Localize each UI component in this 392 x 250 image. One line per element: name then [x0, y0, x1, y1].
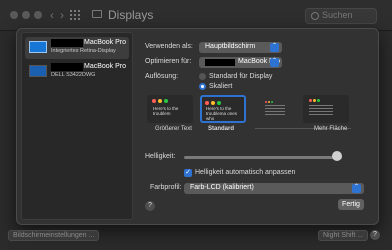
help-button[interactable]: ? — [145, 201, 155, 211]
display-settings-sheet: MacBook Pro Integriertes Retina-Display … — [16, 28, 379, 225]
minimize-window-button[interactable] — [22, 11, 30, 19]
caption-larger-text: Größerer Text — [155, 126, 192, 132]
traffic-light-yellow-icon — [211, 101, 215, 105]
color-profile-label: Farbprofil: — [150, 184, 182, 191]
preview-text: Here's to the troublema ones who — [206, 106, 238, 121]
preview-lines — [309, 105, 333, 115]
display-thumbnail-icon — [29, 65, 47, 77]
scale-option-more-space-1[interactable] — [255, 95, 301, 123]
optimize-popup[interactable]: MacBook Pro — [199, 57, 282, 68]
traffic-light-red-icon — [309, 99, 312, 102]
title-bar: ‹ › Displays Suchen — [0, 0, 392, 31]
window-title: Displays — [108, 8, 154, 22]
traffic-light-yellow-icon — [313, 99, 316, 102]
traffic-light-green-icon — [164, 99, 168, 103]
search-icon — [311, 12, 319, 20]
scale-option-standard[interactable]: Here's to the troublema ones who — [200, 95, 246, 123]
caption-more-space: Mehr Fläche — [314, 126, 348, 132]
caption-standard: Standard — [208, 126, 235, 132]
show-all-grid-icon[interactable] — [70, 10, 80, 20]
night-shift-button[interactable]: Night Shift ... — [318, 230, 369, 241]
display-subtitle: Integriertes Retina-Display — [51, 48, 116, 54]
display-settings-button[interactable]: Bildschirmeinstellungen ... — [8, 230, 100, 241]
preview-lines — [265, 105, 285, 115]
back-button[interactable]: ‹ — [50, 8, 54, 22]
redaction-bar — [51, 39, 83, 47]
auto-brightness-label: Helligkeit automatisch anpassen — [195, 169, 296, 176]
scale-option-more-space[interactable] — [303, 95, 349, 123]
traffic-light-yellow-icon — [268, 101, 270, 103]
display-name: MacBook Pro — [84, 63, 127, 70]
display-preferences-window: ‹ › Displays Suchen MacBook Pro Integrie… — [0, 0, 392, 250]
displays-pane-icon — [92, 10, 102, 18]
traffic-light-red-icon — [265, 101, 267, 103]
chevron-updown-icon — [352, 183, 361, 193]
traffic-light-green-icon — [271, 101, 273, 103]
use-as-value: Hauptbildschirm — [205, 43, 256, 50]
color-profile-popup[interactable]: Farb-LCD (kalibriert) — [184, 183, 364, 194]
chevron-updown-icon — [270, 42, 279, 52]
chevron-updown-icon — [270, 57, 279, 67]
auto-brightness-checkbox[interactable]: ✓ — [184, 169, 192, 177]
brightness-slider-knob[interactable] — [332, 151, 343, 161]
display-item-external[interactable]: MacBook Pro DELL S3422DWG — [25, 61, 129, 83]
forward-button[interactable]: › — [60, 8, 64, 22]
traffic-light-yellow-icon — [158, 99, 162, 103]
display-list: MacBook Pro Integriertes Retina-Display … — [21, 32, 133, 220]
traffic-light-red-icon — [152, 99, 156, 103]
preview-text: Here's to the troublem — [153, 106, 179, 116]
color-profile-value: Farb-LCD (kalibriert) — [190, 184, 254, 191]
done-button[interactable]: Fertig — [338, 199, 364, 210]
use-as-label: Verwenden als: — [145, 43, 193, 50]
resolution-label: Auflösung: — [145, 73, 179, 80]
optimize-label: Optimieren für: — [145, 58, 192, 65]
display-item-builtin[interactable]: MacBook Pro Integriertes Retina-Display — [25, 37, 129, 59]
traffic-light-green-icon — [217, 101, 221, 105]
zoom-window-button[interactable] — [34, 11, 42, 19]
scale-option-larger-text[interactable]: Here's to the troublem — [147, 95, 193, 123]
footer-help-button[interactable]: ? — [370, 230, 380, 240]
search-placeholder: Suchen — [322, 10, 353, 20]
use-as-popup[interactable]: Hauptbildschirm — [199, 42, 282, 53]
brightness-label: Helligkeit: — [145, 153, 176, 160]
radio-scaled-label: Skaliert — [209, 83, 233, 90]
display-name: MacBook Pro — [84, 39, 127, 46]
close-window-button[interactable] — [10, 11, 18, 19]
radio-default-label: Standard für Display — [209, 73, 273, 80]
display-thumbnail-icon — [29, 41, 47, 53]
radio-scaled[interactable] — [199, 83, 206, 90]
search-field[interactable]: Suchen — [305, 8, 377, 24]
display-subtitle: DELL S3422DWG — [51, 72, 96, 78]
radio-default-for-display[interactable] — [199, 73, 206, 80]
traffic-light-green-icon — [317, 99, 320, 102]
redaction-bar — [205, 59, 235, 66]
traffic-light-red-icon — [205, 101, 209, 105]
brightness-slider-track[interactable] — [184, 156, 342, 159]
redaction-bar — [51, 63, 83, 71]
